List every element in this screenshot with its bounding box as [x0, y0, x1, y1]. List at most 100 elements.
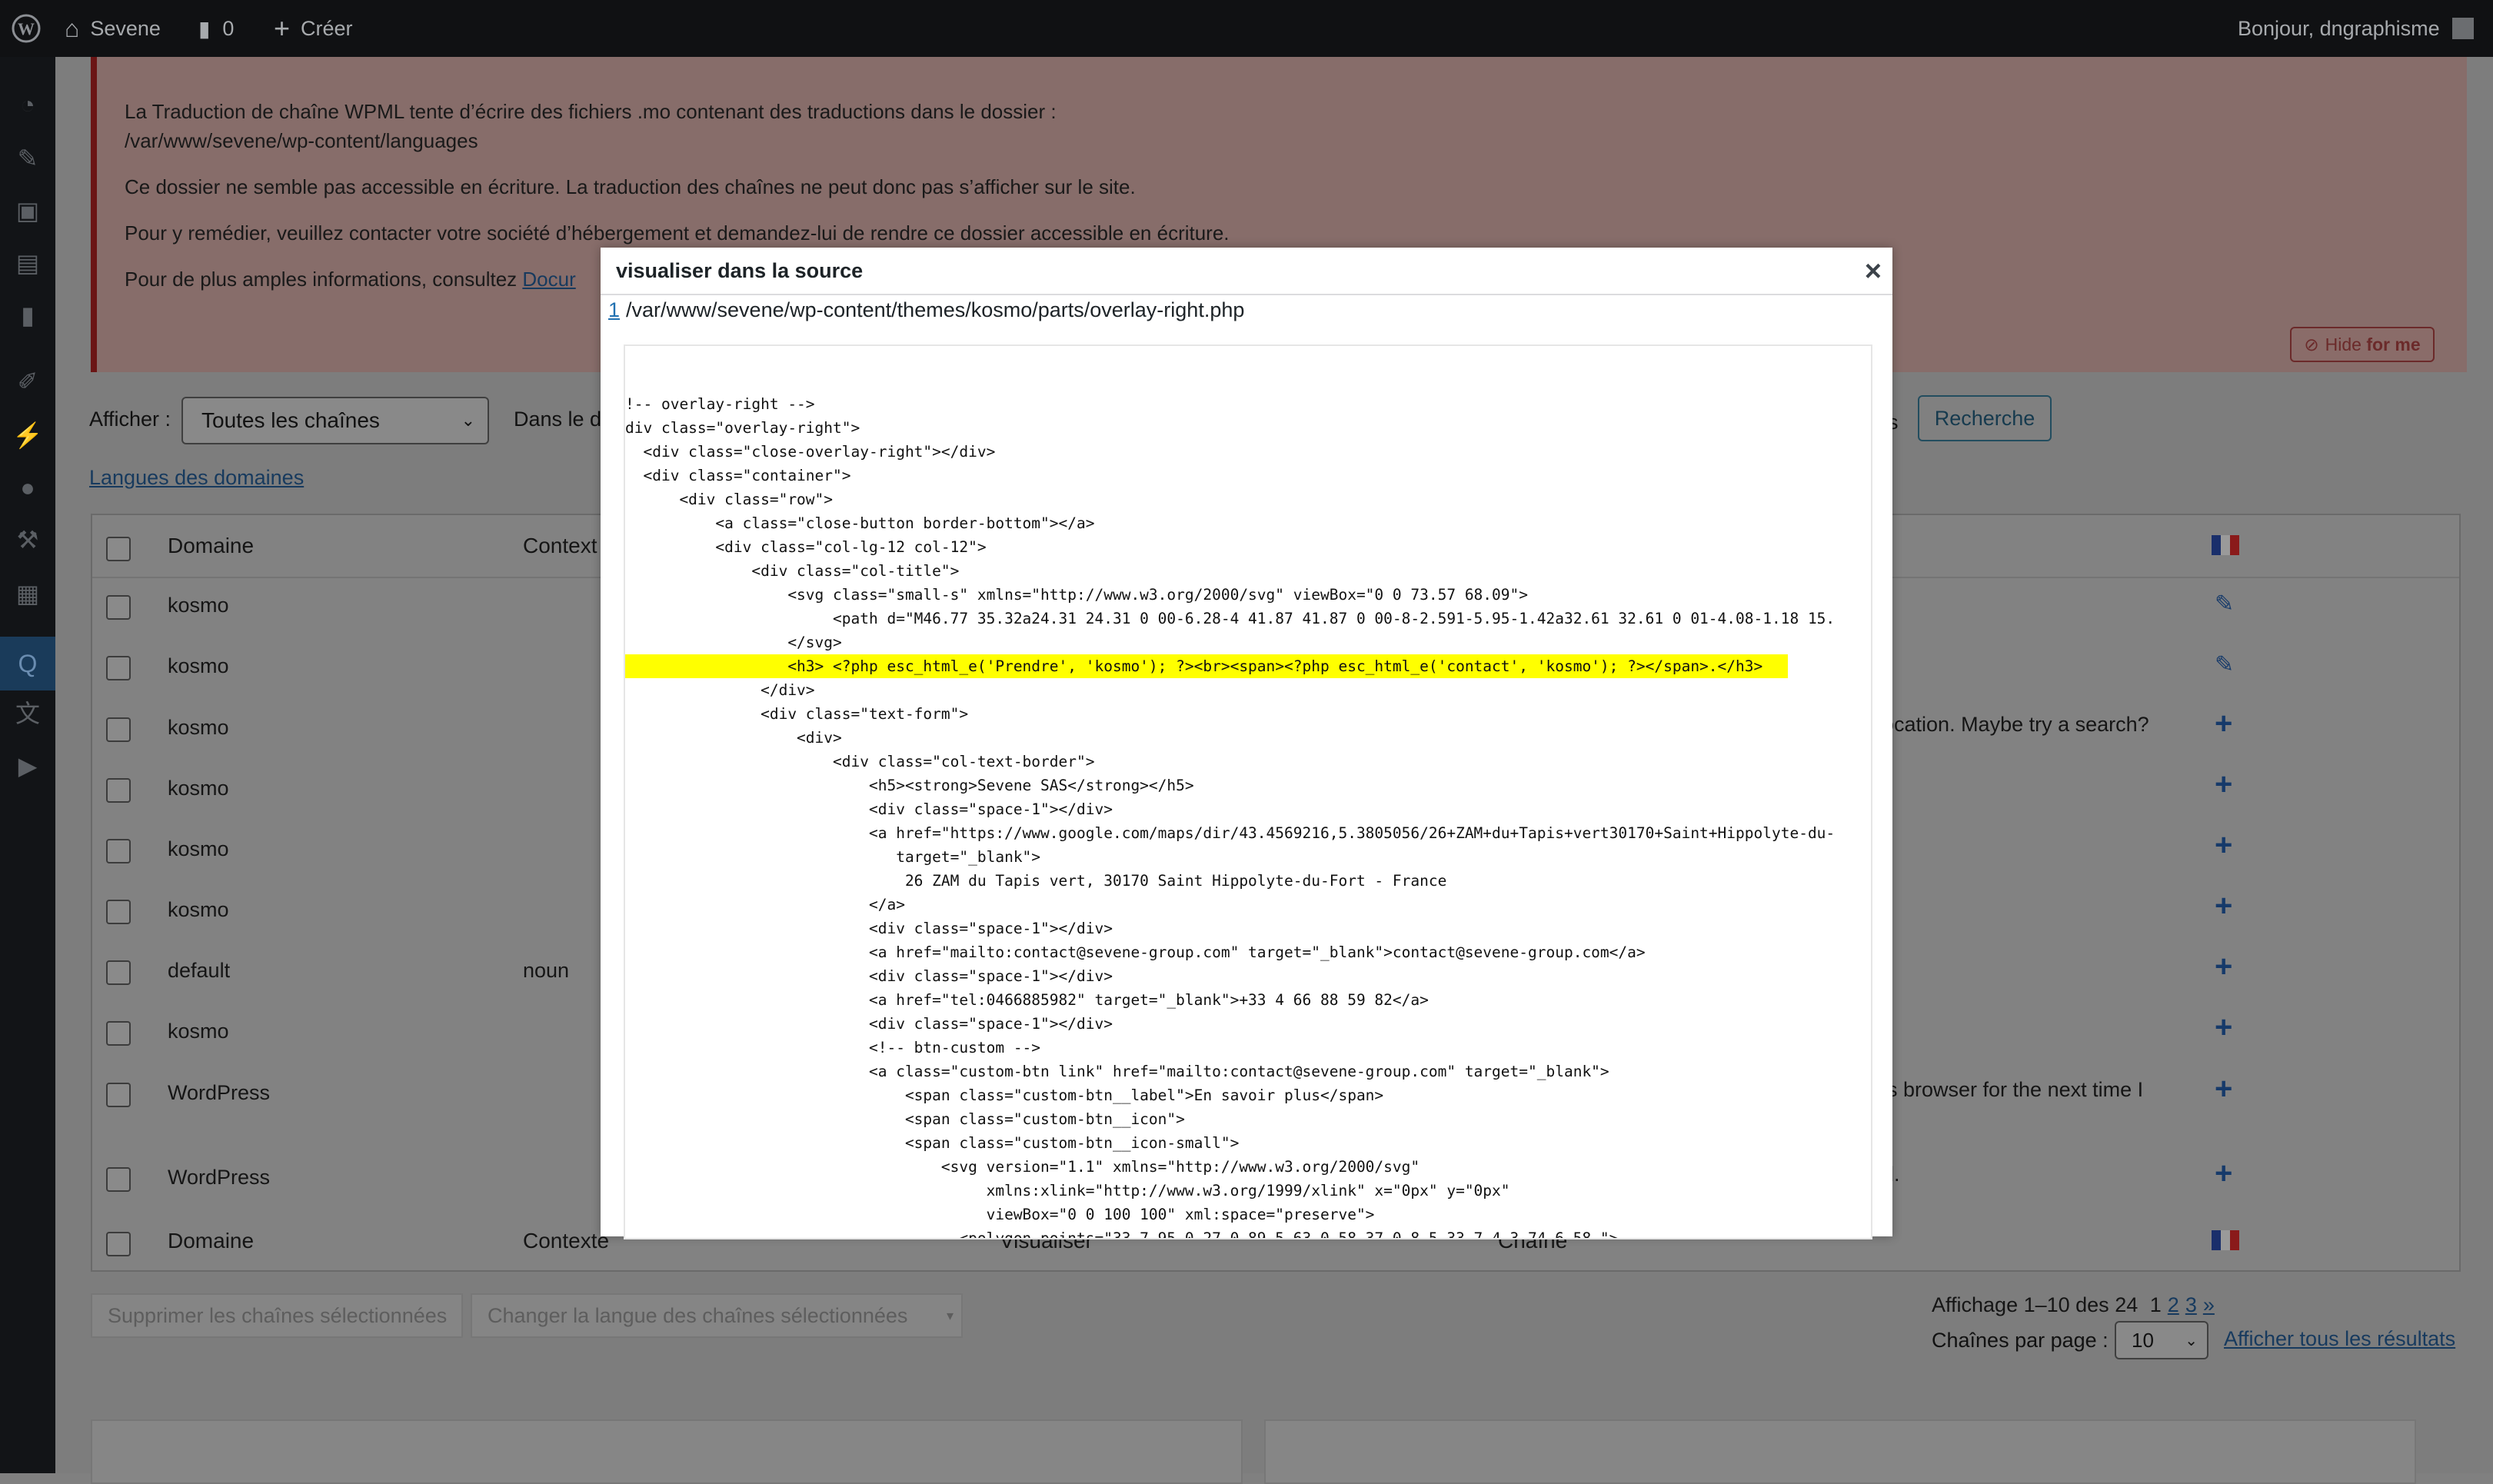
page-link[interactable]: 3	[2185, 1293, 2197, 1316]
row-checkbox[interactable]	[106, 595, 131, 620]
wpml-icon[interactable]: Q	[0, 637, 55, 690]
add-icon[interactable]: +	[2215, 889, 2232, 923]
code-line: <div class="space-1"></div>	[625, 967, 1113, 985]
view-source-dialog: visualiser dans la source × 1/var/www/se…	[601, 248, 1892, 1239]
notice-line1: La Traduction de chaîne WPML tente d’écr…	[125, 100, 1057, 123]
row-checkbox[interactable]	[106, 1083, 131, 1107]
add-icon[interactable]: +	[2215, 1072, 2232, 1106]
source-code-box[interactable]: !-- overlay-right --> div class="overlay-…	[624, 344, 1872, 1239]
code-line: <a class="close-button border-bottom"></…	[625, 514, 1095, 532]
code-line: <path d="M46.77 35.32a24.31 24.31 0 00-6…	[625, 610, 1836, 627]
row-checkbox[interactable]	[106, 717, 131, 742]
notice-line5: Pour de plus amples informations, consul…	[125, 268, 576, 291]
dashboard-icon[interactable]: ◔	[11, 88, 45, 121]
documentation-link[interactable]: Docur	[522, 268, 575, 291]
comments-link[interactable]: ▮ 0	[198, 0, 234, 57]
pin-icon[interactable]: ✎	[11, 141, 45, 175]
settings-icon[interactable]: ▦	[11, 577, 45, 611]
notice-line5-prefix: Pour de plus amples informations, consul…	[125, 268, 523, 291]
code-line: <div class="container">	[625, 467, 851, 484]
row-string-tail: ocation. Maybe try a search?	[1882, 713, 2149, 736]
row-checkbox[interactable]	[106, 960, 131, 985]
tools-icon[interactable]: ⚒	[11, 523, 45, 557]
code-line: <a href="tel:0466885982" target="_blank"…	[625, 991, 1429, 1009]
code-line: xmlns:xlink="http://www.w3.org/1999/xlin…	[625, 1182, 1510, 1200]
add-icon[interactable]: +	[2215, 767, 2232, 802]
admin-sidebar: ◔ ✎ ▣ ▤ ▮ ✐ ⚡ ● ⚒ ▦ Q 文 ▶	[0, 57, 55, 1473]
change-language-select[interactable]: Changer la langue des chaînes sélectionn…	[471, 1293, 963, 1338]
row-domain: kosmo	[168, 594, 229, 617]
hidden-eye-icon: ⊘	[2304, 334, 2319, 354]
edit-pencil-icon[interactable]: ✎	[2215, 591, 2234, 617]
row-checkbox[interactable]	[106, 1021, 131, 1046]
add-icon[interactable]: +	[2215, 1010, 2232, 1045]
site-name: Sevene	[90, 16, 161, 40]
home-icon: ⌂	[65, 14, 80, 42]
add-icon[interactable]: +	[2215, 1156, 2232, 1191]
close-icon[interactable]: ×	[1865, 255, 1882, 288]
code-line: <div class="space-1"></div>	[625, 1015, 1113, 1033]
create-label: Créer	[301, 16, 353, 40]
play-icon[interactable]: ▶	[11, 749, 45, 783]
page-link[interactable]: 2	[2168, 1293, 2179, 1316]
per-page-select[interactable]: 10 ⌄	[2115, 1321, 2208, 1359]
select-all-checkbox[interactable]	[106, 537, 131, 561]
code-line: </a>	[625, 896, 905, 913]
header-domain[interactable]: Domaine	[168, 534, 254, 558]
pages-icon[interactable]: ▤	[11, 246, 45, 280]
avatar-icon	[2451, 18, 2474, 39]
code-line: <a href="https://www.google.com/maps/dir…	[625, 824, 1836, 842]
plugins-icon[interactable]: ⚡	[11, 418, 45, 452]
plus-icon: +	[274, 12, 291, 44]
wordpress-logo-icon[interactable]: W	[11, 0, 42, 57]
delete-selected-button[interactable]: Supprimer les chaînes sélectionnées	[91, 1293, 463, 1338]
search-button[interactable]: Recherche	[1918, 395, 2052, 441]
file-path-text: /var/www/sevene/wp-content/themes/kosmo/…	[626, 298, 1245, 321]
row-checkbox[interactable]	[106, 839, 131, 863]
row-checkbox[interactable]	[106, 778, 131, 803]
highlighted-code-line: <h3> <?php esc_html_e('Prendre', 'kosmo'…	[625, 654, 1788, 678]
code-line: <div class="space-1"></div>	[625, 800, 1113, 818]
row-domain: kosmo	[168, 716, 229, 739]
account-menu[interactable]: Bonjour, dngraphisme	[2238, 0, 2474, 57]
page-link[interactable]: »	[2203, 1293, 2215, 1316]
row-string-tail: is browser for the next time I	[1882, 1078, 2144, 1101]
comments-icon[interactable]: ▮	[11, 298, 45, 332]
add-icon[interactable]: +	[2215, 950, 2232, 984]
appearance-icon[interactable]: ✐	[11, 364, 45, 398]
code-line: <h5><strong>Sevene SAS</strong></h5>	[625, 777, 1194, 794]
code-line: </div>	[625, 681, 815, 699]
header-context[interactable]: Context	[523, 534, 597, 558]
create-menu[interactable]: + Créer	[274, 0, 353, 57]
media-icon[interactable]: ▣	[11, 194, 45, 228]
notice-line2: /var/www/sevene/wp-content/languages	[125, 129, 478, 152]
footer-domain[interactable]: Domaine	[168, 1229, 254, 1253]
code-line: <!-- btn-custom -->	[625, 1039, 1041, 1056]
footer-context[interactable]: Contexte	[523, 1229, 609, 1253]
show-all-results-link[interactable]: Afficher tous les résultats	[2224, 1327, 2455, 1351]
source-code: !-- overlay-right --> div class="overlay-…	[625, 392, 1836, 1238]
select-all-footer-checkbox[interactable]	[106, 1232, 131, 1256]
row-checkbox[interactable]	[106, 900, 131, 924]
add-icon[interactable]: +	[2215, 707, 2232, 741]
translate-icon[interactable]: 文	[11, 695, 45, 729]
code-line: <a href="mailto:contact@sevene-group.com…	[625, 943, 1646, 961]
code-line: <div class="col-title">	[625, 562, 960, 580]
show-select-value: Toutes les chaînes	[201, 408, 380, 432]
hide-prefix: Hide	[2325, 334, 2367, 354]
add-icon[interactable]: +	[2215, 828, 2232, 863]
domain-languages-link[interactable]: Langues des domaines	[89, 466, 304, 490]
row-domain: default	[168, 959, 231, 982]
users-icon[interactable]: ●	[11, 471, 45, 504]
row-checkbox[interactable]	[106, 1167, 131, 1192]
chevron-down-icon: ▾	[946, 1307, 954, 1323]
row-domain: kosmo	[168, 1020, 229, 1043]
pagination: Affichage 1–10 des 24 1 2 3 »	[1932, 1293, 2215, 1317]
line-number-link[interactable]: 1	[608, 298, 620, 321]
site-home-link[interactable]: ⌂ Sevene	[65, 0, 161, 57]
row-checkbox[interactable]	[106, 656, 131, 680]
show-select[interactable]: Toutes les chaînes ⌄	[181, 397, 489, 444]
code-line: <div class="col-text-border">	[625, 753, 1095, 770]
hide-notice-button[interactable]: ⊘ Hide for me	[2290, 327, 2435, 362]
edit-pencil-icon[interactable]: ✎	[2215, 651, 2234, 678]
